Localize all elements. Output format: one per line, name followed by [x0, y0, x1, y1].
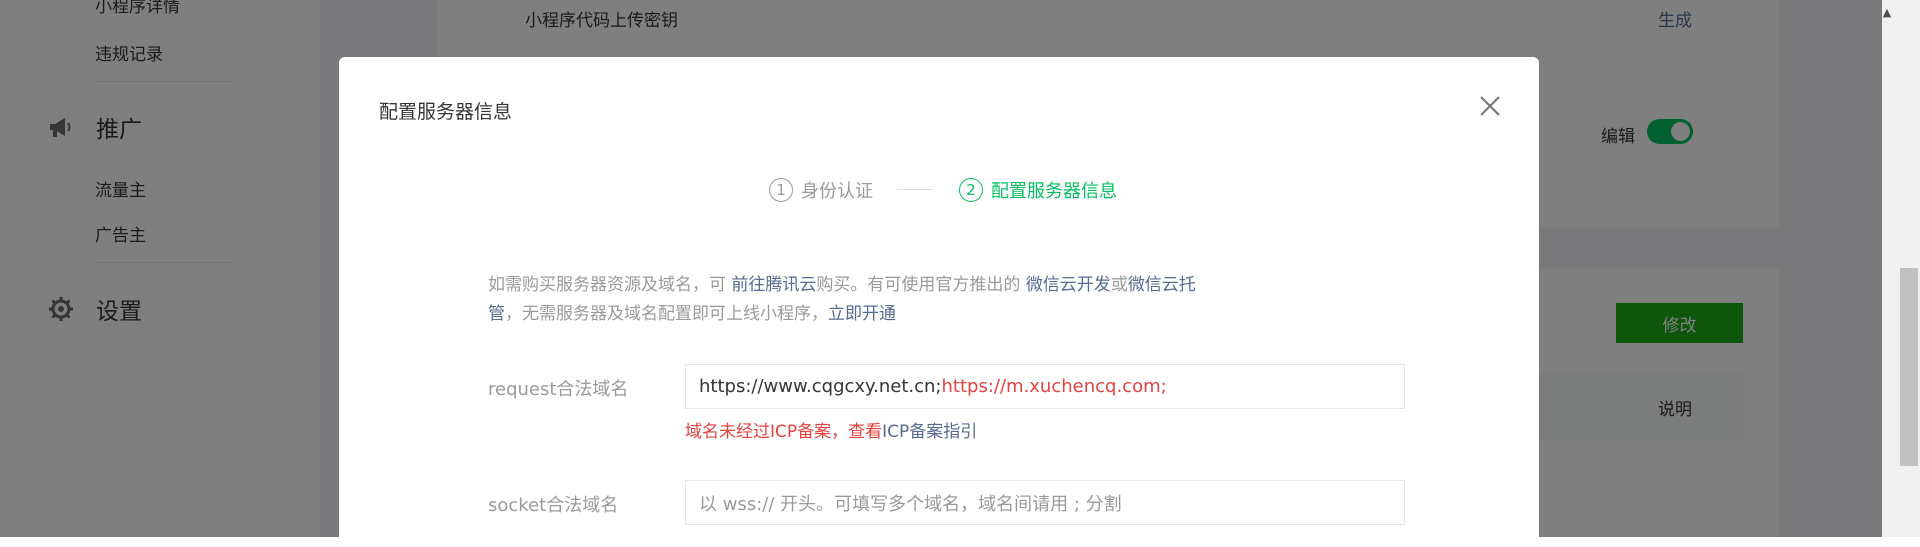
tencent-cloud-link[interactable]: 前往腾讯云	[731, 275, 816, 295]
open-now-link[interactable]: 立即开通	[828, 304, 896, 324]
dialog-title: 配置服务器信息	[379, 101, 513, 123]
request-domain-value-invalid: https://m.xuchencq.com;	[941, 376, 1167, 397]
error-text: 域名未经过ICP备案，查看	[685, 422, 883, 442]
notice-text: 购买。有可使用官方推出的	[816, 275, 1026, 295]
step-connector	[897, 189, 934, 190]
request-domain-input[interactable]: https://www.cqgcxy.net.cn; https://m.xuch…	[685, 364, 1405, 409]
request-domain-value-valid: https://www.cqgcxy.net.cn;	[699, 376, 942, 397]
purchase-notice: 如需购买服务器资源及域名，可 前往腾讯云购买。有可使用官方推出的 微信云开发或微…	[488, 271, 1228, 329]
socket-domain-label: socket合法域名	[488, 495, 619, 516]
request-domain-label: request合法域名	[488, 379, 629, 400]
notice-text: 如需购买服务器资源及域名，可	[488, 275, 732, 295]
step-number: 1	[769, 178, 793, 202]
step-label: 配置服务器信息	[991, 181, 1117, 202]
request-domain-error: 域名未经过ICP备案，查看ICP备案指引	[685, 417, 977, 442]
icp-guide-link[interactable]: ICP备案指引	[882, 422, 977, 442]
cloud-dev-link[interactable]: 微信云开发	[1026, 275, 1111, 295]
close-icon[interactable]	[1475, 91, 1505, 121]
server-config-dialog: 配置服务器信息 1 身份认证 2 配置服务器信息 如需购买服务器资源及域名，可 …	[339, 57, 1539, 547]
step-identity-verification: 1 身份认证	[769, 177, 873, 203]
step-label: 身份认证	[801, 181, 873, 202]
step-number: 2	[959, 178, 983, 202]
scrollbar-thumb[interactable]	[1900, 268, 1918, 466]
notice-text: 或	[1110, 275, 1128, 295]
step-configure-server: 2 配置服务器信息	[959, 177, 1117, 203]
notice-text: ，无需服务器及域名配置即可上线小程序，	[505, 304, 828, 324]
scroll-up-arrow-icon[interactable]: ▲	[1880, 6, 1894, 20]
socket-domain-input[interactable]: 以 wss:// 开头。可填写多个域名，域名间请用 ; 分割	[685, 480, 1405, 525]
